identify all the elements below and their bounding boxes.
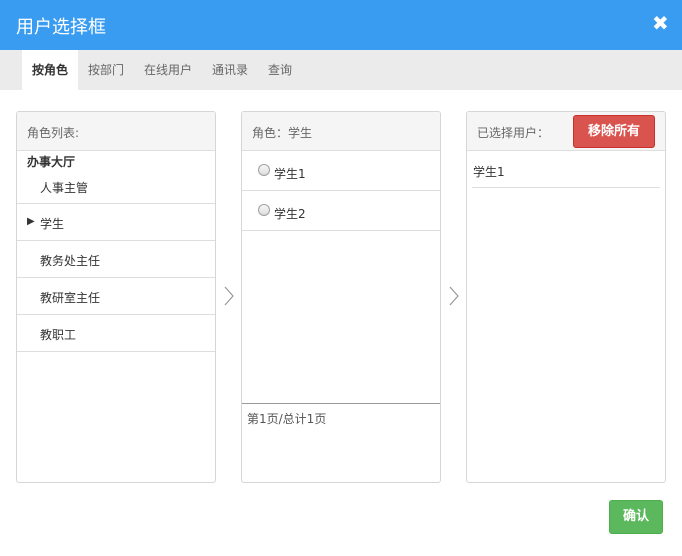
close-icon[interactable]: ✖	[652, 13, 669, 33]
user-radio[interactable]	[258, 204, 270, 216]
dialog-titlebar: 用户选择框 ✖	[0, 0, 682, 50]
user-radio[interactable]	[258, 164, 270, 176]
role-users-title: 角色：学生	[252, 126, 313, 140]
tab-address-book[interactable]: 通讯录	[204, 50, 256, 90]
role-item[interactable]: 教务处主任	[17, 241, 215, 278]
role-users-panel: 角色：学生 学生1 学生2 第1页/总计1页	[241, 111, 441, 483]
role-list-panel: 角色列表: 办事大厅 人事主管 ▶ 学生 教务处主任 教研室主任 教职工	[16, 111, 216, 483]
selected-user-item[interactable]: 学生1	[472, 151, 660, 188]
role-list-header: 角色列表:	[17, 112, 215, 151]
role-item-label: 教职工	[40, 328, 77, 342]
user-label: 学生1	[274, 167, 306, 181]
selected-users-header: 已选择用户： 移除所有	[467, 112, 665, 151]
chevron-right-icon	[449, 286, 459, 306]
remove-all-button[interactable]: 移除所有	[573, 115, 655, 148]
role-item-label: 教务处主任	[40, 254, 101, 268]
selected-users-panel: 已选择用户： 移除所有 学生1	[466, 111, 666, 483]
role-item[interactable]: 人事主管	[17, 168, 215, 204]
dialog-title: 用户选择框	[16, 17, 106, 38]
tab-online-users[interactable]: 在线用户	[136, 50, 200, 90]
role-item-label: 教研室主任	[40, 291, 101, 305]
pagination-divider	[242, 403, 440, 404]
user-row[interactable]: 学生1	[242, 151, 440, 191]
chevron-right-icon	[224, 286, 234, 306]
role-item[interactable]: 教职工	[17, 315, 215, 352]
confirm-button[interactable]: 确认	[609, 500, 663, 534]
role-list-title: 角色列表:	[27, 126, 80, 140]
role-users-header: 角色：学生	[242, 112, 440, 151]
selected-user-label: 学生1	[473, 165, 505, 179]
pagination-text: 第1页/总计1页	[247, 412, 327, 426]
tab-bar: 按角色 按部门 在线用户 通讯录 查询	[0, 50, 682, 90]
tab-by-department[interactable]: 按部门	[80, 50, 132, 90]
selected-arrow-icon: ▶	[27, 216, 35, 227]
role-item-label: 人事主管	[40, 181, 89, 195]
tab-by-role[interactable]: 按角色	[22, 50, 78, 90]
role-item-label: 学生	[40, 217, 65, 231]
selected-users-title: 已选择用户：	[477, 126, 550, 140]
role-item[interactable]: 教研室主任	[17, 278, 215, 315]
tab-query[interactable]: 查询	[260, 50, 300, 90]
user-row[interactable]: 学生2	[242, 191, 440, 231]
role-item-selected[interactable]: ▶ 学生	[17, 204, 215, 241]
user-label: 学生2	[274, 207, 306, 221]
